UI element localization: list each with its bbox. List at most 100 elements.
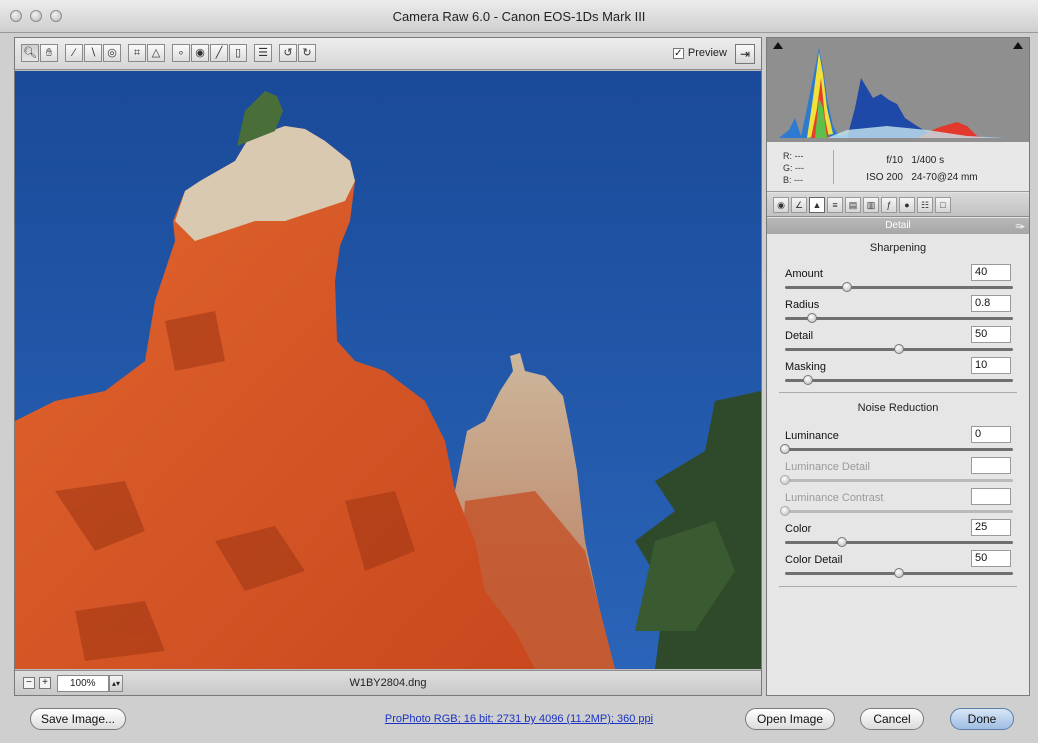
tab-detail-icon[interactable]: ▲ [809,197,825,213]
open-image-button[interactable]: Open Image [745,708,835,730]
highlight-clipping-warning-icon[interactable] [1013,42,1023,49]
preview-label: Preview [687,47,727,59]
image-preview[interactable] [15,71,761,669]
photo-canvas [15,71,761,669]
slider-value-luminance[interactable]: 0 [971,426,1011,443]
tab-tone-curve-icon[interactable]: ∠ [791,197,807,213]
slider-thumb-luminance-detail [780,475,790,485]
slider-value-detail[interactable]: 50 [971,326,1011,343]
adjustments-pane: R: --- G: --- B: --- f/10 1/400 s ISO 20… [766,37,1030,696]
rotate-left-icon[interactable]: ↺ [279,44,297,62]
slider-track-masking[interactable] [785,379,1013,382]
slider-label-luminance-contrast: Luminance Contrast [785,492,884,504]
red-eye-tool-icon[interactable]: ◉ [191,44,209,62]
sharpening-title: Sharpening [869,242,927,254]
rotate-right-icon[interactable]: ↻ [298,44,316,62]
slider-row-masking: Masking 10 [767,357,1029,393]
camera-info: R: --- G: --- B: --- f/10 1/400 s ISO 20… [767,142,1029,192]
hand-tool-icon[interactable]: ✋︎ [40,44,58,62]
crop-tool-icon[interactable]: ⌗ [128,44,146,62]
slider-label-color: Color [785,523,812,535]
slider-track-luminance-detail [785,479,1013,482]
slider-value-masking[interactable]: 10 [971,357,1011,374]
slider-value-color-detail[interactable]: 50 [971,550,1011,567]
shutter-speed: 1/400 s [911,155,945,166]
tab-basic-icon[interactable]: ◉ [773,197,789,213]
slider-track-luminance[interactable] [785,448,1013,451]
shadow-clipping-warning-icon[interactable] [773,42,783,49]
panel-menu-icon[interactable]: ≡▸ [1015,218,1025,234]
histogram-graph [779,46,1019,138]
fullscreen-toggle-icon[interactable]: ⇥ [735,44,755,64]
slider-value-color[interactable]: 25 [971,519,1011,536]
slider-label-luminance: Luminance [785,430,839,442]
exposure-info: f/10 1/400 s ISO 200 24-70@24 mm [863,152,978,186]
rgb-readout: R: --- G: --- B: --- [783,150,804,186]
targeted-adjustment-tool-icon[interactable]: ◎ [103,44,121,62]
straighten-tool-icon[interactable]: △ [147,44,165,62]
detail-panel: Sharpening Amount 40 Radius 0.8 Detail 50 Mask… [767,234,1029,695]
slider-track-color[interactable] [785,541,1013,544]
adjustment-brush-icon[interactable]: ╱ [210,44,228,62]
tab-presets-icon[interactable]: ☷ [917,197,933,213]
spot-removal-tool-icon[interactable]: ∘ [172,44,190,62]
panel-title: Detail [885,220,911,231]
slider-value-amount[interactable]: 40 [971,264,1011,281]
lens: 24-70@24 mm [911,172,978,183]
preview-checkbox[interactable]: ✓ [672,47,684,59]
r-label: R: [783,151,792,161]
title-bar: Camera Raw 6.0 - Canon EOS-1Ds Mark III [0,0,1038,33]
slider-value-luminance-detail [971,457,1011,474]
slider-thumb-color-detail[interactable] [894,568,904,578]
slider-track-luminance-contrast [785,510,1013,513]
file-name: W1BY2804.dng [349,677,427,689]
b-value: --- [794,175,804,185]
g-value: --- [795,163,805,173]
color-sampler-tool-icon[interactable]: ∖ [84,44,102,62]
slider-thumb-masking[interactable] [802,375,813,385]
status-bar: − + 100% ▴▾ W1BY2804.dng [15,670,761,695]
graduated-filter-icon[interactable]: ▯ [229,44,247,62]
tab-snapshots-icon[interactable]: □ [935,197,951,213]
slider-thumb-amount[interactable] [841,282,852,292]
slider-label-detail: Detail [785,330,814,342]
cancel-button[interactable]: Cancel [860,708,924,730]
section-divider [779,586,1017,587]
tab-camera-calibration-icon[interactable]: ● [899,197,915,213]
tab-split-toning-icon[interactable]: ▤ [845,197,861,213]
zoom-tool-icon[interactable]: 🔍︎ [21,44,39,62]
camera-raw-window: 🔍︎ ✋︎ ∕ ∖ ◎ ⌗ △ ∘ ◉ ╱ ▯ ☰ ↺ ↻ ✓ Preview … [0,33,1038,743]
preferences-icon[interactable]: ☰ [254,44,272,62]
slider-value-radius[interactable]: 0.8 [971,295,1011,312]
slider-thumb-luminance[interactable] [780,444,790,454]
panel-header: Detail ≡▸ [767,218,1029,234]
slider-thumb-luminance-contrast [780,506,790,516]
r-value: --- [794,151,804,161]
slider-row-color-detail: Color Detail 50 [767,550,1029,586]
section-divider [779,392,1017,393]
preview-toggle[interactable]: ✓ Preview [672,47,727,59]
info-divider [833,150,834,184]
slider-track-radius[interactable] [785,317,1013,320]
slider-thumb-color[interactable] [837,537,847,547]
tab-lens-corrections-icon[interactable]: ▥ [863,197,879,213]
slider-label-amount: Amount [785,268,823,280]
tab-effects-icon[interactable]: ƒ [881,197,897,213]
g-label: G: [783,163,793,173]
window-title: Camera Raw 6.0 - Canon EOS-1Ds Mark III [392,9,646,24]
slider-track-amount[interactable] [785,286,1013,289]
footer-bar: Save Image... ProPhoto RGB; 16 bit; 2731… [0,699,1038,743]
noise-reduction-title: Noise Reduction [857,402,939,414]
slider-label-radius: Radius [785,299,820,311]
slider-label-color-detail: Color Detail [785,554,843,566]
slider-value-luminance-contrast [971,488,1011,505]
b-label: B: [783,175,792,185]
done-button[interactable]: Done [950,708,1014,730]
slider-thumb-detail[interactable] [894,344,904,354]
slider-thumb-radius[interactable] [807,313,818,323]
tool-bar: 🔍︎ ✋︎ ∕ ∖ ◎ ⌗ △ ∘ ◉ ╱ ▯ ☰ ↺ ↻ ✓ Preview … [15,38,761,70]
histogram [767,38,1029,142]
aperture: f/10 [886,155,903,166]
white-balance-tool-icon[interactable]: ∕ [65,44,83,62]
tab-hsl-icon[interactable]: ≡ [827,197,843,213]
